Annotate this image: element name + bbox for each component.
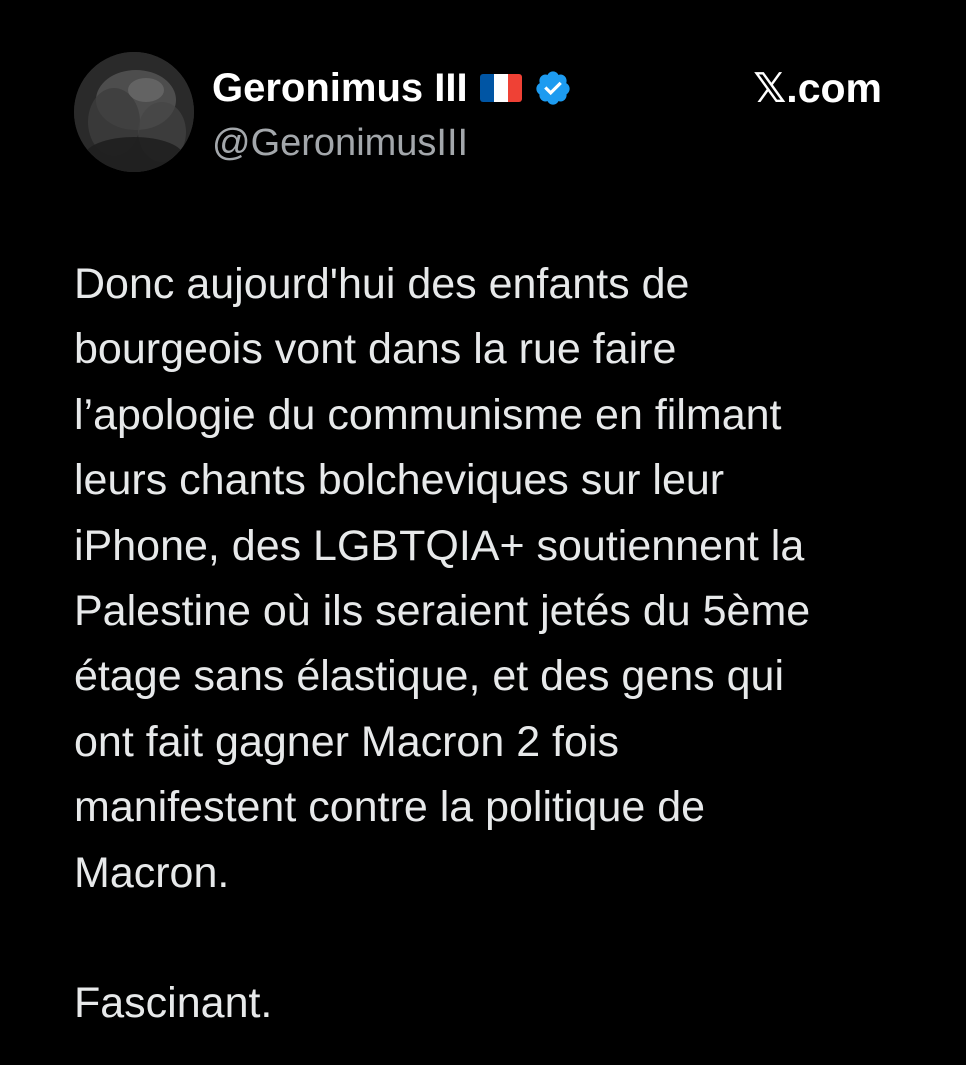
verified-badge-icon (535, 71, 570, 105)
tweet-line: leurs chants bolcheviques sur leur (74, 456, 725, 505)
tweet-card: Geronimus III @GeronimusIII 𝕏.com Donc a… (0, 0, 966, 1065)
tweet-line: iPhone, des LGBTQIA+ soutiennent la (74, 521, 805, 570)
tweet-line: l’apologie du communisme en filmant (74, 390, 782, 439)
author-handle[interactable]: @GeronimusIII (212, 122, 468, 165)
tweet-line: manifestent contre la politique de (74, 783, 706, 832)
tweet-line: Palestine où ils seraient jetés du 5ème (74, 587, 811, 636)
author-name-row: Geronimus III (212, 64, 572, 112)
tweet-line: bourgeois vont dans la rue faire (74, 325, 677, 374)
tweet-line: ont fait gagner Macron 2 fois (74, 717, 619, 766)
display-name[interactable]: Geronimus III (212, 66, 468, 111)
avatar[interactable] (74, 52, 194, 172)
tweet-line: Donc aujourd'hui des enfants de (74, 260, 690, 308)
source-label: 𝕏.com (753, 65, 882, 111)
tweet-line: étage sans élastique, et des gens qui (74, 652, 785, 701)
tweet-line: Macron. (74, 848, 230, 897)
tweet-body: Donc aujourd'hui des enfants de bourgeoi… (74, 252, 914, 1037)
tweet-closing-line: Fascinant. (74, 979, 273, 1028)
avatar-image (74, 52, 194, 172)
france-flag-icon (479, 74, 522, 102)
